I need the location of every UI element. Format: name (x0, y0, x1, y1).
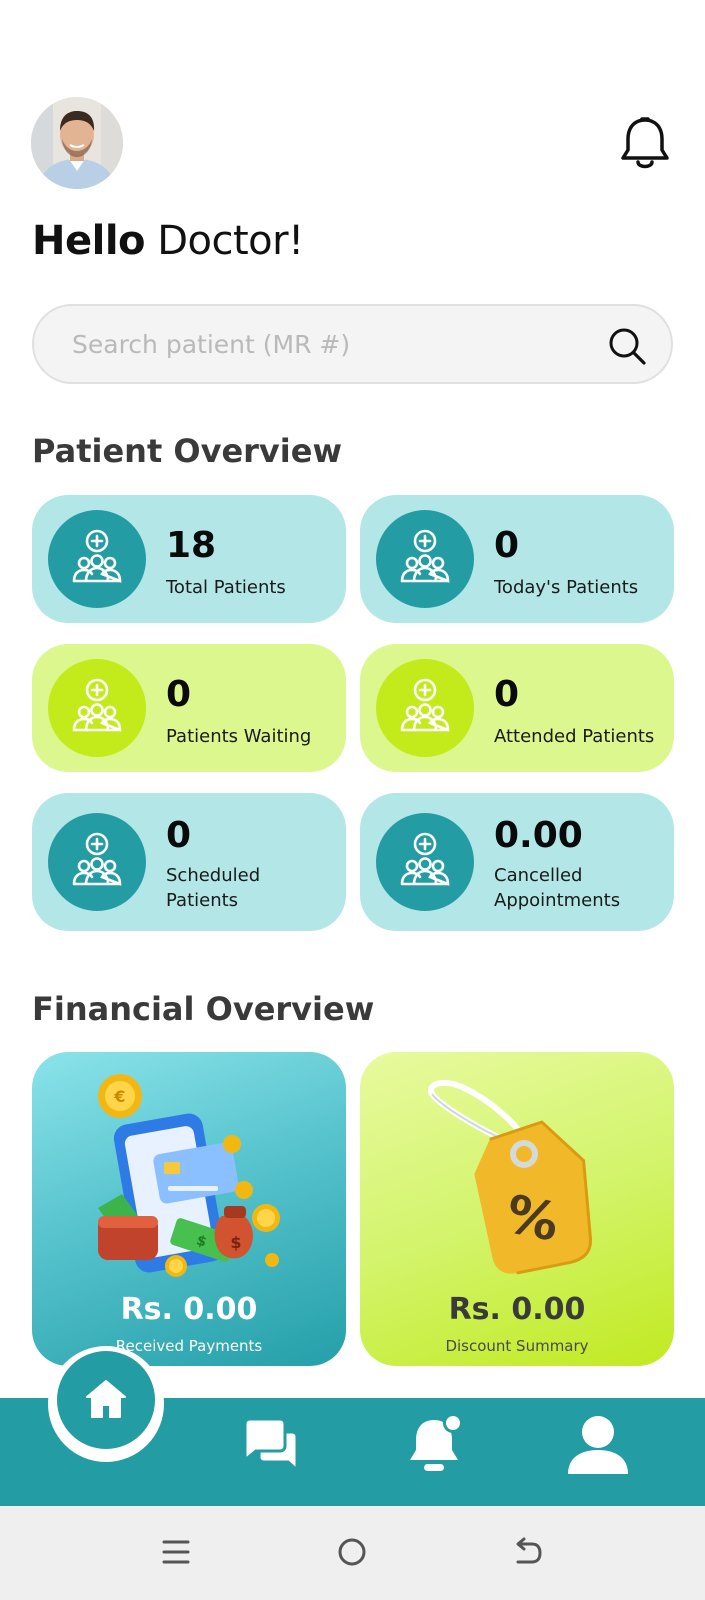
cancelled-appointments-card[interactable]: 0.00 Cancelled Appointments (360, 793, 674, 931)
scheduled-patients-value: 0 (166, 815, 192, 856)
payment-phone-coins-illustration: € $ $ (98, 1074, 280, 1277)
financial-overview-title: Financial Overview (32, 990, 375, 1028)
attended-patients-card[interactable]: 0 Attended Patients (360, 644, 674, 772)
notifications-icon (410, 1413, 463, 1471)
todays-patients-label: Today's Patients (494, 577, 639, 598)
patients-group-icon (400, 529, 450, 583)
todays-patients-card[interactable]: 0 Today's Patients (360, 495, 674, 623)
notifications-tab[interactable] (406, 1412, 466, 1474)
back-icon (516, 1537, 542, 1564)
discount-summary-label: Discount Summary (445, 1337, 589, 1355)
chat-icon (243, 1417, 299, 1474)
patients-group-icon (400, 678, 450, 732)
patient-icon-circle (376, 813, 474, 911)
profile-tab[interactable] (566, 1414, 630, 1474)
system-navigation-bar (0, 1506, 705, 1600)
patient-icon-circle (376, 510, 474, 608)
scheduled-patients-card[interactable]: 0 Scheduled Patients (32, 793, 346, 931)
search-input[interactable] (72, 306, 592, 382)
received-payments-amount: Rs. 0.00 (120, 1292, 258, 1327)
patients-waiting-value: 0 (166, 674, 192, 715)
total-patients-value: 18 (166, 525, 217, 566)
attended-patients-value: 0 (494, 674, 520, 715)
cancelled-appointments-label: Cancelled Appointments (494, 865, 621, 911)
discount-tag-illustration: % (427, 1079, 592, 1275)
chat-tab[interactable] (242, 1417, 300, 1474)
avatar[interactable] (31, 97, 123, 189)
search-icon[interactable] (607, 326, 647, 366)
home-icon (86, 1380, 126, 1418)
svg-text:$: $ (230, 1233, 241, 1252)
search-bar (32, 304, 673, 384)
received-payments-card[interactable]: € $ $ Rs. 0.00 Received Payments (32, 1052, 346, 1366)
profile-icon (568, 1416, 628, 1474)
greeting-rest: Doctor! (145, 218, 304, 264)
home-tab[interactable] (48, 1346, 164, 1462)
greeting: Hello Doctor! (32, 218, 304, 264)
patients-waiting-card[interactable]: 0 Patients Waiting (32, 644, 346, 772)
total-patients-label: Total Patients (166, 577, 286, 598)
patient-overview-title: Patient Overview (32, 432, 343, 470)
discount-summary-amount: Rs. 0.00 (448, 1292, 586, 1327)
patient-icon-circle (376, 659, 474, 757)
recents-button[interactable] (156, 1532, 196, 1572)
greeting-bold: Hello (32, 218, 146, 264)
patients-group-icon (72, 832, 122, 886)
home-tab-button[interactable] (57, 1351, 155, 1449)
discount-summary-card[interactable]: % Rs. 0.00 Discount Summary (360, 1052, 674, 1366)
patient-icon-circle (48, 659, 146, 757)
patients-group-icon (72, 678, 122, 732)
total-patients-card[interactable]: 18 Total Patients (32, 495, 346, 623)
home-circle-icon (338, 1538, 366, 1566)
back-button[interactable] (508, 1532, 548, 1572)
scheduled-patients-label: Scheduled Patients (166, 865, 261, 911)
cancelled-appointments-value: 0.00 (494, 815, 583, 856)
attended-patients-label: Attended Patients (494, 726, 655, 747)
system-home-button[interactable] (332, 1532, 372, 1572)
patient-icon-circle (48, 813, 146, 911)
todays-patients-value: 0 (494, 525, 520, 566)
patients-group-icon (72, 529, 122, 583)
bell-icon[interactable] (618, 114, 672, 174)
patient-icon-circle (48, 510, 146, 608)
patients-group-icon (400, 832, 450, 886)
recents-icon (162, 1540, 190, 1564)
doctor-profile-photo (31, 97, 123, 189)
svg-text:€: € (113, 1087, 125, 1106)
patients-waiting-label: Patients Waiting (166, 726, 312, 747)
